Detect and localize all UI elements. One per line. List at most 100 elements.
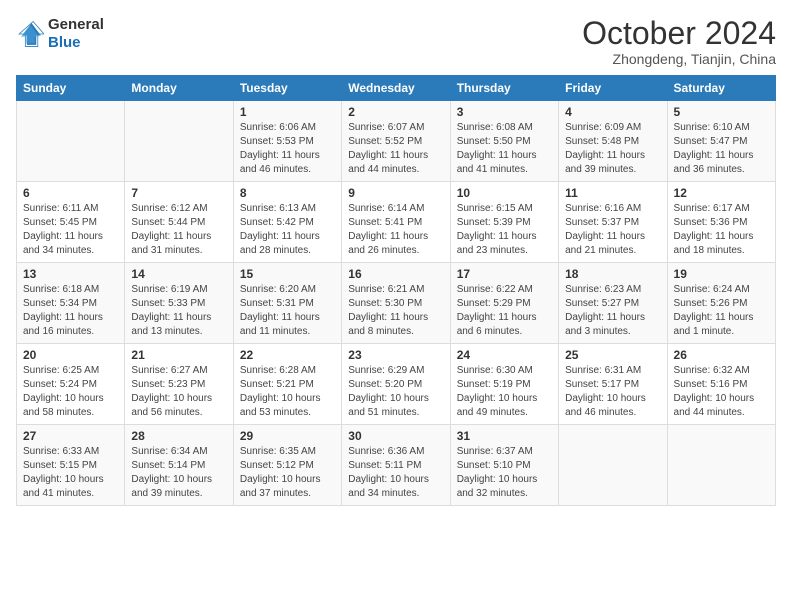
calendar-cell: 4 Sunrise: 6:09 AMSunset: 5:48 PMDaylight…	[559, 101, 667, 182]
day-info: Sunrise: 6:30 AMSunset: 5:19 PMDaylight:…	[457, 364, 552, 420]
day-info: Sunrise: 6:31 AMSunset: 5:17 PMDaylight:…	[565, 364, 660, 420]
day-header-friday: Friday	[559, 76, 667, 101]
day-number: 28	[131, 429, 226, 443]
day-info: Sunrise: 6:06 AMSunset: 5:53 PMDaylight:…	[240, 121, 335, 177]
calendar-cell: 15 Sunrise: 6:20 AMSunset: 5:31 PMDayligh…	[233, 263, 341, 344]
day-number: 9	[348, 186, 443, 200]
calendar-cell: 16 Sunrise: 6:21 AMSunset: 5:30 PMDayligh…	[342, 263, 450, 344]
day-number: 11	[565, 186, 660, 200]
calendar-cell: 23 Sunrise: 6:29 AMSunset: 5:20 PMDayligh…	[342, 344, 450, 425]
day-number: 1	[240, 105, 335, 119]
calendar-cell: 20 Sunrise: 6:25 AMSunset: 5:24 PMDayligh…	[17, 344, 125, 425]
calendar-cell: 21Sunrise: 6:27 AMSunset: 5:23 PMDayligh…	[125, 344, 233, 425]
day-number: 4	[565, 105, 660, 119]
logo: General Blue	[16, 16, 104, 52]
day-number: 15	[240, 267, 335, 281]
day-info: Sunrise: 6:36 AMSunset: 5:11 PMDaylight:…	[348, 445, 443, 501]
day-number: 2	[348, 105, 443, 119]
day-number: 7	[131, 186, 226, 200]
day-info: Sunrise: 6:28 AMSunset: 5:21 PMDaylight:…	[240, 364, 335, 420]
day-number: 20	[23, 348, 118, 362]
calendar-week-row: 6 Sunrise: 6:11 AMSunset: 5:45 PMDaylight…	[17, 182, 776, 263]
day-number: 10	[457, 186, 552, 200]
calendar-cell: 7 Sunrise: 6:12 AMSunset: 5:44 PMDaylight…	[125, 182, 233, 263]
day-info: Sunrise: 6:20 AMSunset: 5:31 PMDaylight:…	[240, 283, 335, 339]
calendar-table: SundayMondayTuesdayWednesdayThursdayFrid…	[16, 75, 776, 506]
day-header-monday: Monday	[125, 76, 233, 101]
day-info: Sunrise: 6:23 AMSunset: 5:27 PMDaylight:…	[565, 283, 660, 339]
calendar-cell: 3 Sunrise: 6:08 AMSunset: 5:50 PMDaylight…	[450, 101, 558, 182]
day-number: 12	[674, 186, 769, 200]
calendar-cell: 27Sunrise: 6:33 AMSunset: 5:15 PMDayligh…	[17, 425, 125, 506]
calendar-cell: 28Sunrise: 6:34 AMSunset: 5:14 PMDayligh…	[125, 425, 233, 506]
day-info: Sunrise: 6:29 AMSunset: 5:20 PMDaylight:…	[348, 364, 443, 420]
day-number: 25	[565, 348, 660, 362]
calendar-cell: 2 Sunrise: 6:07 AMSunset: 5:52 PMDaylight…	[342, 101, 450, 182]
calendar-location: Zhongdeng, Tianjin, China	[582, 51, 776, 67]
day-info: Sunrise: 6:32 AMSunset: 5:16 PMDaylight:…	[674, 364, 769, 420]
day-info: Sunrise: 6:11 AMSunset: 5:45 PMDaylight:…	[23, 202, 118, 258]
logo-icon	[16, 20, 44, 48]
calendar-cell: 19Sunrise: 6:24 AMSunset: 5:26 PMDayligh…	[667, 263, 775, 344]
day-number: 29	[240, 429, 335, 443]
calendar-header-row: SundayMondayTuesdayWednesdayThursdayFrid…	[17, 76, 776, 101]
day-info: Sunrise: 6:10 AMSunset: 5:47 PMDaylight:…	[674, 121, 769, 177]
day-info: Sunrise: 6:13 AMSunset: 5:42 PMDaylight:…	[240, 202, 335, 258]
calendar-cell: 22 Sunrise: 6:28 AMSunset: 5:21 PMDayligh…	[233, 344, 341, 425]
day-info: Sunrise: 6:14 AMSunset: 5:41 PMDaylight:…	[348, 202, 443, 258]
day-number: 26	[674, 348, 769, 362]
day-number: 17	[457, 267, 552, 281]
day-info: Sunrise: 6:08 AMSunset: 5:50 PMDaylight:…	[457, 121, 552, 177]
calendar-cell: 26 Sunrise: 6:32 AMSunset: 5:16 PMDayligh…	[667, 344, 775, 425]
day-info: Sunrise: 6:33 AMSunset: 5:15 PMDaylight:…	[23, 445, 118, 501]
day-header-saturday: Saturday	[667, 76, 775, 101]
day-info: Sunrise: 6:15 AMSunset: 5:39 PMDaylight:…	[457, 202, 552, 258]
calendar-cell: 14Sunrise: 6:19 AMSunset: 5:33 PMDayligh…	[125, 263, 233, 344]
logo-text: General Blue	[48, 16, 104, 52]
calendar-cell: 8 Sunrise: 6:13 AMSunset: 5:42 PMDaylight…	[233, 182, 341, 263]
day-number: 30	[348, 429, 443, 443]
day-number: 3	[457, 105, 552, 119]
calendar-cell: 17Sunrise: 6:22 AMSunset: 5:29 PMDayligh…	[450, 263, 558, 344]
day-number: 13	[23, 267, 118, 281]
day-number: 16	[348, 267, 443, 281]
calendar-cell: 9 Sunrise: 6:14 AMSunset: 5:41 PMDaylight…	[342, 182, 450, 263]
calendar-cell: 6 Sunrise: 6:11 AMSunset: 5:45 PMDaylight…	[17, 182, 125, 263]
day-info: Sunrise: 6:09 AMSunset: 5:48 PMDaylight:…	[565, 121, 660, 177]
day-number: 22	[240, 348, 335, 362]
calendar-cell: 31Sunrise: 6:37 AMSunset: 5:10 PMDayligh…	[450, 425, 558, 506]
day-info: Sunrise: 6:37 AMSunset: 5:10 PMDaylight:…	[457, 445, 552, 501]
calendar-cell: 30 Sunrise: 6:36 AMSunset: 5:11 PMDayligh…	[342, 425, 450, 506]
calendar-cell: 5 Sunrise: 6:10 AMSunset: 5:47 PMDaylight…	[667, 101, 775, 182]
day-info: Sunrise: 6:24 AMSunset: 5:26 PMDaylight:…	[674, 283, 769, 339]
day-number: 6	[23, 186, 118, 200]
calendar-cell: 13 Sunrise: 6:18 AMSunset: 5:34 PMDayligh…	[17, 263, 125, 344]
day-header-sunday: Sunday	[17, 76, 125, 101]
day-number: 23	[348, 348, 443, 362]
calendar-cell	[125, 101, 233, 182]
day-info: Sunrise: 6:12 AMSunset: 5:44 PMDaylight:…	[131, 202, 226, 258]
calendar-cell: 1 Sunrise: 6:06 AMSunset: 5:53 PMDaylight…	[233, 101, 341, 182]
calendar-cell: 12 Sunrise: 6:17 AMSunset: 5:36 PMDayligh…	[667, 182, 775, 263]
calendar-title: October 2024	[582, 16, 776, 51]
day-info: Sunrise: 6:18 AMSunset: 5:34 PMDaylight:…	[23, 283, 118, 339]
day-number: 14	[131, 267, 226, 281]
day-header-tuesday: Tuesday	[233, 76, 341, 101]
calendar-cell: 18 Sunrise: 6:23 AMSunset: 5:27 PMDayligh…	[559, 263, 667, 344]
calendar-week-row: 20 Sunrise: 6:25 AMSunset: 5:24 PMDayligh…	[17, 344, 776, 425]
day-info: Sunrise: 6:17 AMSunset: 5:36 PMDaylight:…	[674, 202, 769, 258]
day-info: Sunrise: 6:27 AMSunset: 5:23 PMDaylight:…	[131, 364, 226, 420]
calendar-cell: 10 Sunrise: 6:15 AMSunset: 5:39 PMDayligh…	[450, 182, 558, 263]
calendar-cell: 24Sunrise: 6:30 AMSunset: 5:19 PMDayligh…	[450, 344, 558, 425]
calendar-cell: 11Sunrise: 6:16 AMSunset: 5:37 PMDayligh…	[559, 182, 667, 263]
day-number: 8	[240, 186, 335, 200]
day-header-thursday: Thursday	[450, 76, 558, 101]
calendar-week-row: 27Sunrise: 6:33 AMSunset: 5:15 PMDayligh…	[17, 425, 776, 506]
day-number: 5	[674, 105, 769, 119]
page-header: General Blue October 2024 Zhongdeng, Tia…	[16, 16, 776, 67]
day-number: 18	[565, 267, 660, 281]
day-info: Sunrise: 6:25 AMSunset: 5:24 PMDaylight:…	[23, 364, 118, 420]
day-info: Sunrise: 6:21 AMSunset: 5:30 PMDaylight:…	[348, 283, 443, 339]
day-info: Sunrise: 6:07 AMSunset: 5:52 PMDaylight:…	[348, 121, 443, 177]
calendar-cell	[17, 101, 125, 182]
